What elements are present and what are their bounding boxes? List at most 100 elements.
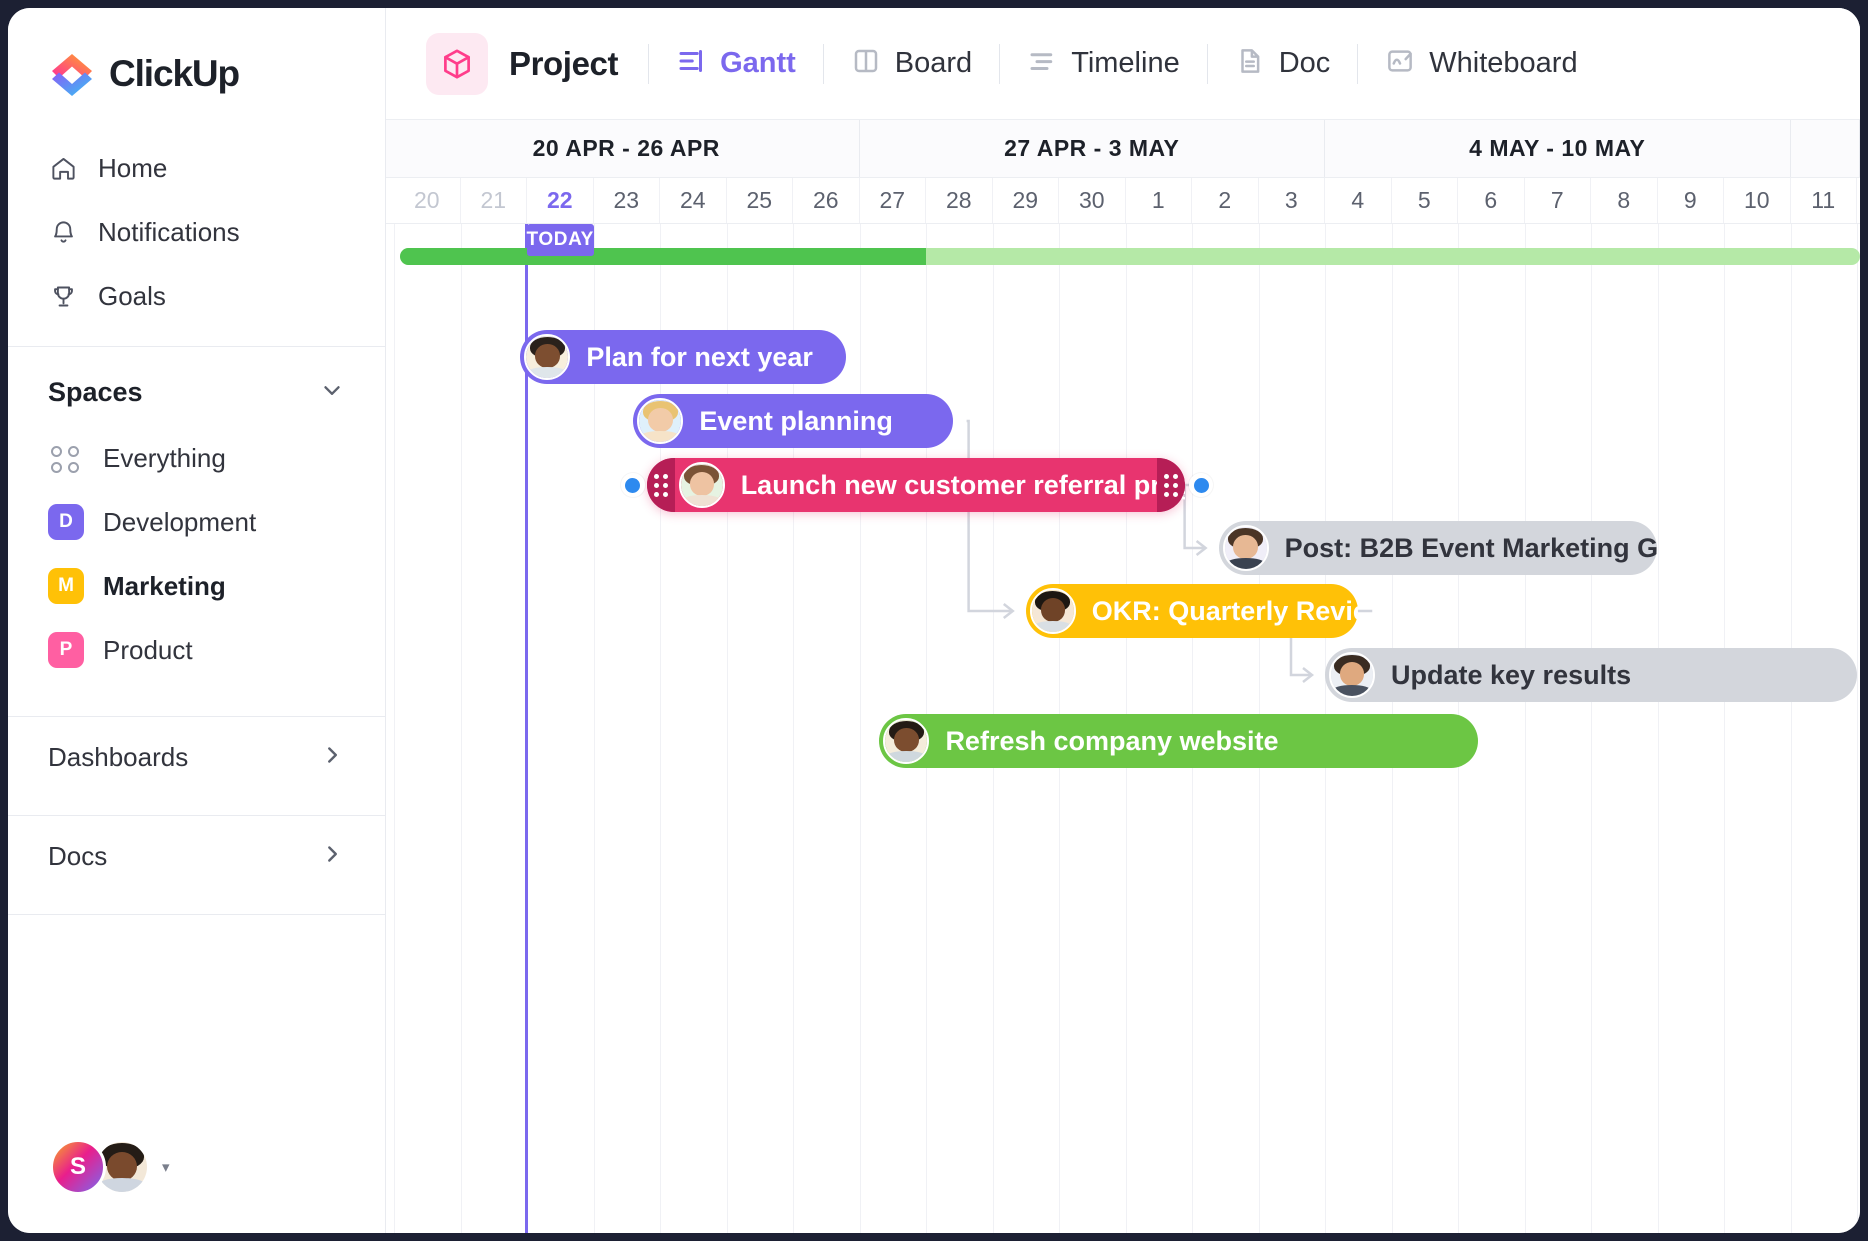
page-title: Project bbox=[509, 44, 619, 82]
day-column-header[interactable]: 30 bbox=[1059, 178, 1126, 223]
gantt-task-bar[interactable]: Post: B2B Event Marketing Guide bbox=[1218, 521, 1658, 575]
timeline-week-header: 20 APR - 26 APR 27 APR - 3 MAY 4 MAY - 10 … bbox=[386, 120, 1860, 178]
task-title: Update key results bbox=[1391, 659, 1632, 690]
day-column-header[interactable]: 21 bbox=[461, 178, 527, 223]
bell-icon bbox=[48, 217, 78, 247]
day-column-header[interactable]: 5 bbox=[1392, 178, 1458, 223]
doc-icon bbox=[1235, 46, 1265, 81]
sidebar-item-development[interactable]: D Development bbox=[26, 490, 367, 554]
avatar[interactable] bbox=[1329, 652, 1375, 698]
sidebar-item-dashboards[interactable]: Dashboards bbox=[8, 717, 385, 797]
sidebar-item-notifications[interactable]: Notifications bbox=[26, 200, 367, 264]
gantt-task-bar[interactable]: Event planning bbox=[633, 394, 953, 448]
day-column-header[interactable]: 7 bbox=[1525, 178, 1591, 223]
tab-gantt[interactable]: Gantt bbox=[649, 33, 823, 95]
space-label: Product bbox=[103, 634, 193, 665]
avatar[interactable] bbox=[678, 462, 725, 508]
spaces-title: Spaces bbox=[48, 377, 143, 407]
sidebar-item-label: Goals bbox=[98, 280, 166, 311]
day-column-header[interactable]: 1 bbox=[1126, 178, 1192, 223]
project-progress-bar[interactable] bbox=[400, 248, 1860, 265]
view-header: Project Gantt Board Timeline Doc Whitebo… bbox=[386, 8, 1860, 120]
avatar[interactable] bbox=[637, 398, 684, 444]
clickup-wordmark: ClickUp bbox=[109, 53, 240, 94]
sidebar-item-docs[interactable]: Docs bbox=[8, 816, 385, 896]
sidebar-item-marketing[interactable]: M Marketing bbox=[26, 554, 367, 618]
space-badge-marketing: M bbox=[48, 568, 84, 604]
gantt-task-bar[interactable]: Launch new customer referral program bbox=[646, 458, 1186, 512]
clickup-logo[interactable]: ClickUp bbox=[8, 8, 385, 98]
sidebar-item-label: Notifications bbox=[98, 216, 240, 247]
gantt-task-bar[interactable]: Refresh company website bbox=[879, 714, 1478, 768]
task-title: OKR: Quarterly Review bbox=[1091, 595, 1359, 626]
tab-board[interactable]: Board bbox=[824, 33, 999, 95]
day-column-header[interactable]: 23 bbox=[594, 178, 660, 223]
space-label: Marketing bbox=[103, 570, 226, 601]
avatar[interactable] bbox=[883, 718, 930, 764]
sidebar-item-home[interactable]: Home bbox=[26, 136, 367, 200]
tab-label: Doc bbox=[1278, 47, 1331, 79]
gantt-task-bar[interactable]: Plan for next year bbox=[520, 330, 847, 384]
task-title: Event planning bbox=[699, 405, 893, 436]
week-header: 20 APR - 26 APR bbox=[394, 120, 860, 177]
space-badge-development: D bbox=[48, 504, 84, 540]
avatar[interactable] bbox=[1222, 525, 1269, 571]
chevron-down-icon[interactable]: ▾ bbox=[162, 1158, 170, 1176]
gantt-grid[interactable]: TODAY Plan for next year Event planning Lau… bbox=[386, 224, 1860, 1233]
day-column-header[interactable]: 2 bbox=[1192, 178, 1259, 223]
day-column-header[interactable]: 29 bbox=[993, 178, 1059, 223]
spaces-list: Everything D Development M Marketing P P… bbox=[8, 426, 385, 698]
timeline-icon bbox=[1027, 46, 1057, 81]
gantt-task-bar[interactable]: OKR: Quarterly Review bbox=[1025, 584, 1359, 638]
day-column-header[interactable]: 10 bbox=[1724, 178, 1791, 223]
week-header: 27 APR - 3 MAY bbox=[860, 120, 1325, 177]
spaces-header[interactable]: Spaces bbox=[8, 347, 385, 426]
day-column-header[interactable]: 25 bbox=[727, 178, 793, 223]
sidebar-item-goals[interactable]: Goals bbox=[26, 264, 367, 328]
avatar[interactable] bbox=[524, 334, 571, 380]
chevron-right-icon[interactable] bbox=[319, 742, 345, 773]
cube-icon bbox=[426, 32, 488, 95]
dependency-connector-left[interactable] bbox=[620, 473, 645, 497]
tab-timeline[interactable]: Timeline bbox=[1000, 33, 1207, 95]
day-column-header[interactable]: 27 bbox=[860, 178, 926, 223]
sidebar-item-label: Home bbox=[98, 152, 168, 183]
tab-label: Board bbox=[894, 47, 973, 79]
tab-label: Gantt bbox=[720, 47, 796, 79]
workspace-avatar[interactable]: S bbox=[50, 1139, 106, 1195]
day-column-header[interactable]: 26 bbox=[793, 178, 860, 223]
timeline-day-header: 2021222324252627282930123456789101112 bbox=[386, 178, 1860, 224]
task-title: Refresh company website bbox=[945, 725, 1279, 756]
sidebar-item-product[interactable]: P Product bbox=[26, 618, 367, 682]
day-column-header[interactable]: 22 bbox=[527, 178, 594, 223]
tab-label: Timeline bbox=[1071, 47, 1180, 79]
chevron-right-icon[interactable] bbox=[319, 841, 345, 872]
home-icon bbox=[48, 153, 78, 183]
day-column-header[interactable]: 4 bbox=[1325, 178, 1392, 223]
day-column-header[interactable]: 8 bbox=[1591, 178, 1658, 223]
avatar[interactable] bbox=[1029, 588, 1076, 634]
chevron-down-icon[interactable] bbox=[319, 377, 345, 408]
sidebar-item-everything[interactable]: Everything bbox=[26, 426, 367, 490]
day-column-header[interactable]: 6 bbox=[1458, 178, 1525, 223]
day-column-header[interactable]: 24 bbox=[660, 178, 727, 223]
clickup-app-window: ClickUp Home Notifications Goals Spaces … bbox=[8, 8, 1860, 1233]
day-column-header[interactable]: 9 bbox=[1658, 178, 1724, 223]
day-column-header[interactable]: 11 bbox=[1791, 178, 1857, 223]
day-column-header[interactable]: 20 bbox=[394, 178, 461, 223]
day-column-header[interactable]: 3 bbox=[1259, 178, 1325, 223]
day-column-header[interactable]: 28 bbox=[926, 178, 993, 223]
tab-whiteboard[interactable]: Whiteboard bbox=[1358, 33, 1604, 95]
primary-nav: Home Notifications Goals bbox=[8, 136, 385, 328]
board-icon bbox=[851, 46, 881, 81]
gantt-task-bar[interactable]: Update key results bbox=[1325, 648, 1857, 702]
tab-doc[interactable]: Doc bbox=[1208, 33, 1358, 95]
main-content: Project Gantt Board Timeline Doc Whitebo… bbox=[386, 8, 1860, 1233]
gantt-icon bbox=[676, 46, 706, 81]
grid-dots-icon bbox=[48, 440, 84, 476]
user-menu[interactable]: S ▾ bbox=[50, 1139, 170, 1195]
today-badge: TODAY bbox=[527, 224, 594, 256]
task-title: Launch new customer referral program bbox=[740, 469, 1186, 500]
space-label: Development bbox=[103, 506, 257, 537]
day-column-header[interactable]: 12 bbox=[1857, 178, 1860, 223]
